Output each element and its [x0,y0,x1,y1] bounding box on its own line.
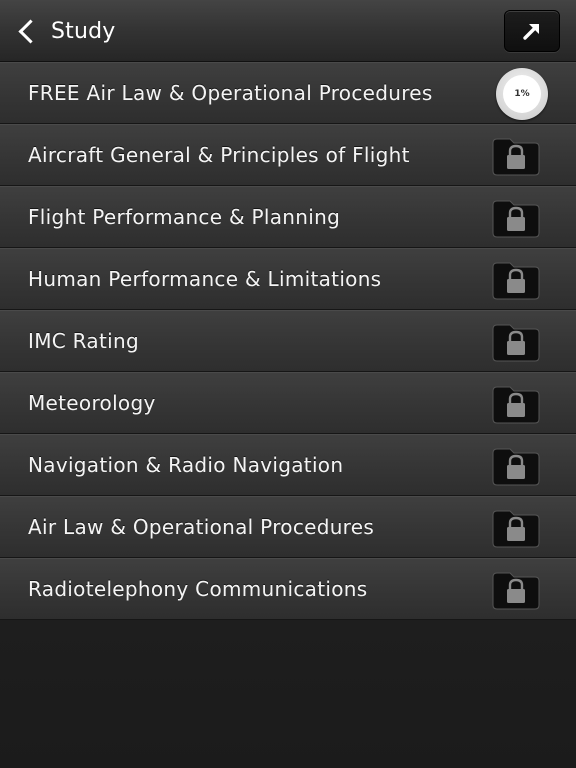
locked-folder-icon [492,510,540,548]
list-item-label: Radiotelephony Communications [28,577,368,601]
share-arrow-icon [523,24,539,40]
locked-folder-icon [492,200,540,238]
locked-folder-icon [492,386,540,424]
list-item-label: Flight Performance & Planning [28,205,341,229]
list-item-free-air-law[interactable]: FREE Air Law & Operational Procedures 1% [0,62,576,124]
progress-indicator: 1% [496,68,548,120]
back-label: Study [51,18,116,44]
chevron-left-icon [18,18,43,44]
back-button[interactable]: Study [14,0,116,62]
progress-text: 1% [503,75,541,113]
navigation-bar: Study [0,0,576,62]
locked-folder-icon [492,324,540,362]
list-item-meteorology[interactable]: Meteorology [0,372,576,434]
list-item-aircraft-general[interactable]: Aircraft General & Principles of Flight [0,124,576,186]
list-item-label: Navigation & Radio Navigation [28,453,344,477]
list-item-label: Air Law & Operational Procedures [28,515,375,539]
list-item-label: Meteorology [28,391,156,415]
list-item-imc-rating[interactable]: IMC Rating [0,310,576,372]
list-item-navigation[interactable]: Navigation & Radio Navigation [0,434,576,496]
list-item-label: Aircraft General & Principles of Flight [28,143,410,167]
list-item-flight-performance[interactable]: Flight Performance & Planning [0,186,576,248]
list-item-label: FREE Air Law & Operational Procedures [28,81,433,105]
list-item-radiotelephony[interactable]: Radiotelephony Communications [0,558,576,620]
course-list: FREE Air Law & Operational Procedures 1%… [0,62,576,620]
locked-folder-icon [492,262,540,300]
list-item-air-law[interactable]: Air Law & Operational Procedures [0,496,576,558]
list-item-label: Human Performance & Limitations [28,267,382,291]
list-item-human-performance[interactable]: Human Performance & Limitations [0,248,576,310]
locked-folder-icon [492,138,540,176]
share-button[interactable] [504,10,560,52]
list-item-label: IMC Rating [28,329,139,353]
locked-folder-icon [492,572,540,610]
locked-folder-icon [492,448,540,486]
